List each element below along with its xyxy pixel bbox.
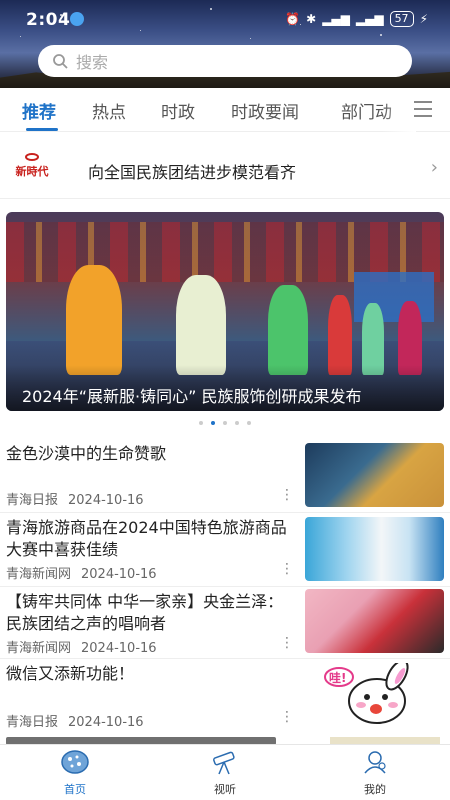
profile-icon: [364, 751, 386, 774]
carousel-dots: [0, 421, 450, 425]
news-title: 金色沙漠中的生命赞歌: [6, 444, 167, 463]
status-bar: 2:04 ⏰ ✱ ▂▄▆ ▂▄▆ 57 ⚡: [0, 0, 450, 38]
search-icon: [53, 54, 68, 69]
notification-icon: [70, 12, 84, 26]
carousel-banner[interactable]: 2024年“展新服·铸同心” 民族服饰创研成果发布: [6, 212, 444, 411]
news-item[interactable]: 青海旅游商品在2024中国特色旅游商品大赛中喜获佳绩 青海新闻网 2024-10-…: [0, 513, 450, 587]
headline-text: 向全国民族团结进步模范看齐: [88, 163, 297, 182]
news-thumbnail: [305, 517, 444, 581]
news-meta: 青海新闻网 2024-10-16: [6, 637, 157, 656]
nav-media-label: 视听: [214, 783, 236, 796]
bottom-navigation: 首页 视听 我的: [0, 744, 450, 800]
signal-icon: ▂▄▆: [322, 12, 350, 26]
tab-politics-news[interactable]: 时政要闻: [231, 98, 299, 123]
news-source: 青海日报: [6, 493, 59, 508]
tab-recommend[interactable]: 推荐: [22, 98, 56, 123]
carousel-dot-active[interactable]: [211, 421, 215, 425]
tab-politics[interactable]: 时政: [161, 98, 195, 123]
active-tab-indicator: [26, 128, 58, 131]
news-meta: 青海日报 2024-10-16: [6, 489, 144, 508]
carousel-dot[interactable]: [199, 421, 203, 425]
news-thumbnail: 哇!: [305, 663, 444, 727]
alarm-icon: ⏰: [285, 12, 301, 26]
news-meta: 青海新闻网 2024-10-16: [6, 563, 157, 582]
more-icon[interactable]: ⋮: [280, 635, 294, 651]
news-thumbnail: [305, 589, 444, 653]
more-icon[interactable]: ⋮: [280, 487, 294, 503]
sticker-text: 哇!: [329, 671, 347, 685]
carousel-dot[interactable]: [235, 421, 239, 425]
news-date: 2024-10-16: [81, 641, 157, 656]
nav-media[interactable]: 视听: [185, 749, 265, 797]
menu-icon[interactable]: [414, 101, 432, 117]
home-icon: [61, 750, 89, 774]
nav-profile-label: 我的: [364, 783, 386, 796]
nav-home[interactable]: 首页: [35, 749, 115, 797]
news-thumbnail: [305, 443, 444, 507]
bunny-sticker-icon: [324, 663, 409, 724]
telescope-icon: [213, 751, 235, 775]
status-time: 2:04: [26, 10, 71, 30]
news-date: 2024-10-16: [81, 567, 157, 582]
more-icon[interactable]: ⋮: [280, 561, 294, 577]
category-tabs: 推荐 热点 时政 时政要闻 部门动: [0, 88, 450, 132]
carousel-dot[interactable]: [223, 421, 227, 425]
news-source: 青海新闻网: [6, 641, 72, 656]
news-date: 2024-10-16: [68, 493, 144, 508]
nav-profile[interactable]: 我的: [335, 749, 415, 797]
banner-caption: 2024年“展新服·铸同心” 民族服饰创研成果发布: [6, 365, 444, 411]
news-item[interactable]: 【铸牢共同体 中华一家亲】央金兰泽：民族团结之声的唱响者 青海新闻网 2024-1…: [0, 587, 450, 659]
status-icons: ⏰ ✱ ▂▄▆ ▂▄▆ 57 ⚡: [285, 11, 428, 27]
search-input[interactable]: 搜索: [38, 45, 412, 77]
new-era-logo: 新時代: [10, 153, 54, 189]
nav-home-label: 首页: [64, 783, 86, 796]
news-source: 青海日报: [6, 715, 59, 730]
news-item[interactable]: 微信又添新功能！ 青海日报 2024-10-16 ⋮ 哇!: [0, 659, 450, 737]
signal-icon-2: ▂▄▆: [355, 12, 384, 26]
more-icon[interactable]: ⋮: [280, 709, 294, 725]
charging-icon: ⚡: [419, 12, 428, 26]
carousel-dot[interactable]: [247, 421, 251, 425]
chevron-right-icon: ›: [430, 157, 438, 178]
news-title: 【铸牢共同体 中华一家亲】央金兰泽：民族团结之声的唱响者: [6, 592, 284, 633]
tab-hot[interactable]: 热点: [92, 98, 126, 123]
news-date: 2024-10-16: [68, 715, 144, 730]
battery-indicator: 57: [389, 11, 414, 27]
news-item[interactable]: 金色沙漠中的生命赞歌 青海日报 2024-10-16 ⋮: [0, 437, 450, 513]
news-meta: 青海日报 2024-10-16: [6, 711, 144, 730]
news-title: 微信又添新功能！: [6, 664, 135, 683]
search-placeholder: 搜索: [76, 53, 109, 72]
headline-bar[interactable]: 新時代 向全国民族团结进步模范看齐 ›: [0, 141, 450, 199]
news-source: 青海新闻网: [6, 567, 72, 582]
news-title: 青海旅游商品在2024中国特色旅游商品大赛中喜获佳绩: [6, 518, 287, 559]
bluetooth-icon: ✱: [306, 12, 317, 26]
